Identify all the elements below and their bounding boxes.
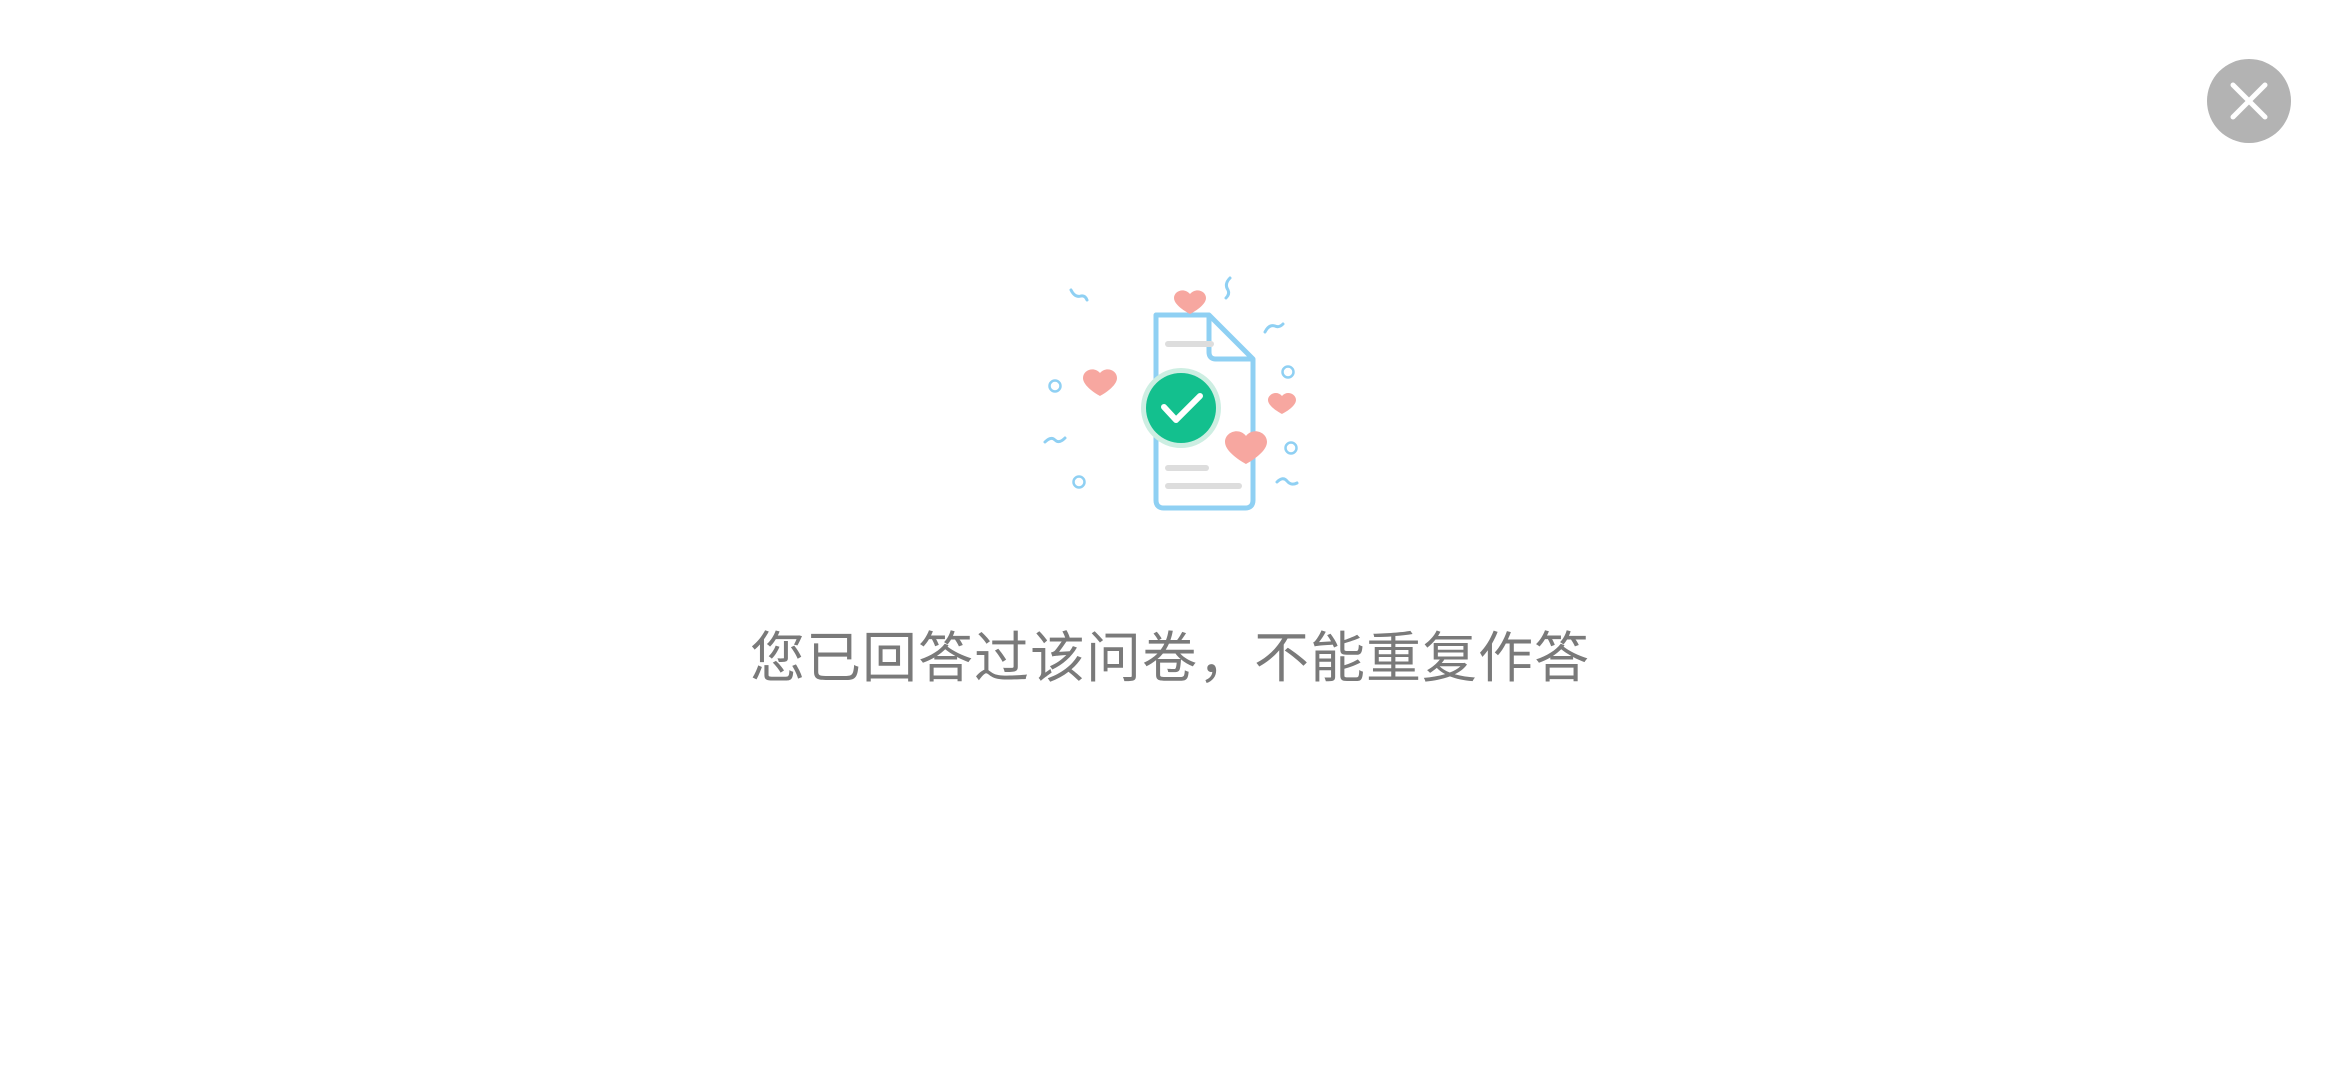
close-icon bbox=[2230, 82, 2268, 120]
close-button[interactable] bbox=[2207, 59, 2291, 143]
survey-completed-document-icon bbox=[1035, 270, 1305, 520]
survey-already-answered-page: 您已回答过该问卷，不能重复作答 bbox=[0, 0, 2340, 1080]
already-answered-message: 您已回答过该问卷，不能重复作答 bbox=[749, 626, 1590, 690]
